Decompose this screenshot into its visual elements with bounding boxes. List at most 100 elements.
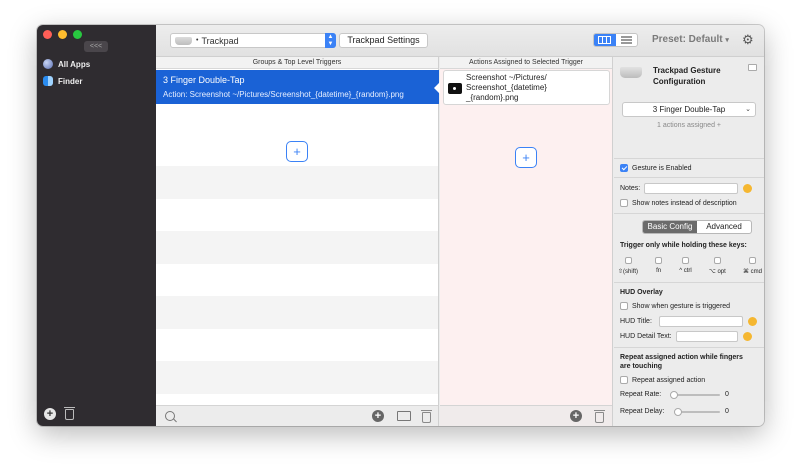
emoji-picker-icon[interactable]	[742, 332, 752, 341]
sidebar-item-all-apps[interactable]: All Apps	[37, 56, 156, 72]
checkbox-icon[interactable]	[620, 302, 628, 310]
notes-input[interactable]	[644, 183, 739, 194]
collapse-sidebar-button[interactable]: <<<	[84, 41, 108, 52]
chevron-updown-icon: ▲ ▼	[325, 33, 336, 48]
notes-row: Notes:	[620, 183, 753, 194]
add-action-button[interactable]: +	[515, 147, 537, 168]
hud-title-input[interactable]	[658, 316, 743, 327]
repeat-rate-value: 0	[725, 391, 729, 398]
modifier-cmd[interactable]: ⌘ cmd	[743, 257, 762, 275]
emoji-picker-icon[interactable]	[747, 317, 757, 326]
trackpad-icon	[620, 67, 642, 78]
action-item-label: Screenshot ~/Pictures/ Screenshot_{datet…	[466, 73, 547, 102]
emoji-picker-icon[interactable]	[743, 184, 753, 193]
close-window-button[interactable]	[43, 30, 52, 39]
config-title: Trackpad Gesture Configuration	[653, 66, 721, 86]
triggers-column: Groups & Top Level Triggers 3 Finger Dou…	[156, 57, 440, 426]
minimize-window-button[interactable]	[58, 30, 67, 39]
preset-selector[interactable]: Preset: Default ▾	[652, 34, 729, 45]
modifier-shift[interactable]: ⇧(shift)	[618, 257, 638, 275]
delete-action-button[interactable]	[594, 410, 605, 423]
triggers-column-header: Groups & Top Level Triggers	[156, 57, 438, 69]
trigger-title: 3 Finger Double-Tap	[163, 75, 245, 85]
checkbox-icon[interactable]	[620, 376, 628, 384]
modifier-keys: ⇧(shift) fn ^ ctrl ⌥ opt ⌘ cmd	[618, 257, 762, 275]
repeat-action-checkbox[interactable]: Repeat assigned action	[620, 376, 705, 384]
actions-column-header: Actions Assigned to Selected Trigger	[440, 57, 612, 69]
hud-title-row: HUD Title:	[620, 316, 757, 327]
list-row-stripe	[156, 166, 438, 199]
device-type-select[interactable]: • Trackpad ▲ ▼	[170, 33, 336, 48]
hud-detail-label: HUD Detail Text:	[620, 333, 672, 340]
app-window: <<< All Apps Finder + • Trackpad ▲ ▼ Trac…	[37, 25, 764, 426]
search-icon[interactable]	[165, 411, 175, 421]
divider	[614, 158, 764, 159]
hud-title-label: HUD Title:	[620, 318, 652, 325]
toolbar: • Trackpad ▲ ▼ Trackpad Settings Preset:…	[156, 25, 764, 57]
sidebar-item-label: All Apps	[58, 59, 91, 69]
gesture-select[interactable]: 3 Finger Double-Tap ⌄	[622, 102, 756, 117]
add-app-button[interactable]: +	[44, 408, 56, 420]
gesture-enabled-checkbox[interactable]: Gesture is Enabled	[620, 164, 692, 172]
window-controls	[43, 30, 82, 39]
hud-show-label: Show when gesture is triggered	[632, 302, 731, 310]
modifier-opt[interactable]: ⌥ opt	[709, 257, 726, 275]
tab-basic-config[interactable]: Basic Config	[643, 221, 697, 233]
repeat-delay-slider[interactable]	[674, 407, 720, 416]
hud-detail-input[interactable]	[675, 331, 738, 342]
list-view-button[interactable]	[616, 34, 638, 46]
divider	[614, 282, 764, 283]
hud-show-checkbox[interactable]: Show when gesture is triggered	[620, 302, 730, 310]
detach-window-icon[interactable]	[748, 64, 757, 71]
delete-trigger-button[interactable]	[421, 410, 432, 423]
tab-advanced[interactable]: Advanced	[697, 221, 751, 233]
gear-icon[interactable]: ⚙	[742, 32, 754, 48]
checkbox-icon[interactable]	[713, 257, 721, 264]
hud-heading: HUD Overlay	[620, 289, 663, 296]
add-action-footer-button[interactable]: +	[570, 410, 582, 422]
add-trigger-button[interactable]: +	[286, 141, 308, 162]
modifier-fn[interactable]: fn	[655, 257, 663, 275]
camera-icon	[448, 83, 462, 94]
chevron-down-icon: ▾	[725, 37, 729, 44]
checkbox-icon[interactable]	[748, 257, 756, 264]
repeat-rate-row: Repeat Rate: 0	[620, 390, 729, 399]
trackpad-icon	[175, 36, 192, 45]
assigned-actions-count: 1 actions assigned +	[656, 122, 721, 129]
list-row-stripe	[156, 231, 438, 264]
hud-detail-row: HUD Detail Text:	[620, 331, 752, 342]
checkbox-icon[interactable]	[620, 199, 628, 207]
repeat-heading: Repeat assigned action while fingers are…	[620, 354, 743, 370]
config-tabs[interactable]: Basic Config Advanced	[642, 220, 752, 234]
delete-app-button[interactable]	[64, 406, 75, 420]
slider-knob[interactable]	[670, 390, 678, 399]
show-notes-checkbox[interactable]: Show notes instead of description	[620, 199, 737, 207]
add-folder-icon[interactable]	[397, 411, 411, 421]
trackpad-settings-button[interactable]: Trackpad Settings	[339, 33, 428, 48]
chevron-down-icon: ⌄	[745, 106, 751, 113]
repeat-delay-label: Repeat Delay:	[620, 408, 665, 415]
repeat-rate-label: Repeat Rate:	[620, 391, 662, 398]
add-trigger-footer-button[interactable]: +	[372, 410, 384, 422]
actions-column: Actions Assigned to Selected Trigger Scr…	[440, 57, 613, 426]
triggers-footer: +	[156, 405, 438, 426]
trigger-row-selected[interactable]: 3 Finger Double-Tap Action: Screenshot ~…	[156, 70, 440, 104]
divider	[614, 347, 764, 348]
trigger-action-description: Action: Screenshot ~/Pictures/Screenshot…	[163, 90, 404, 99]
repeat-delay-value: 0	[725, 408, 729, 415]
divider	[614, 213, 764, 214]
gesture-config-panel: Trackpad Gesture Configuration 3 Finger …	[614, 57, 764, 426]
modifier-ctrl[interactable]: ^ ctrl	[679, 257, 692, 275]
repeat-rate-slider[interactable]	[670, 390, 720, 399]
slider-knob[interactable]	[674, 407, 682, 416]
checkbox-icon[interactable]	[655, 257, 663, 264]
checkbox-checked-icon[interactable]	[620, 164, 628, 172]
checkbox-icon[interactable]	[624, 257, 632, 264]
action-item[interactable]: Screenshot ~/Pictures/ Screenshot_{datet…	[443, 70, 610, 105]
sidebar-item-finder[interactable]: Finder	[37, 73, 156, 89]
columns-view-button[interactable]	[594, 34, 616, 46]
gesture-enabled-label: Gesture is Enabled	[632, 164, 692, 172]
zoom-window-button[interactable]	[73, 30, 82, 39]
view-mode-toggle[interactable]	[593, 33, 638, 47]
checkbox-icon[interactable]	[682, 257, 690, 264]
